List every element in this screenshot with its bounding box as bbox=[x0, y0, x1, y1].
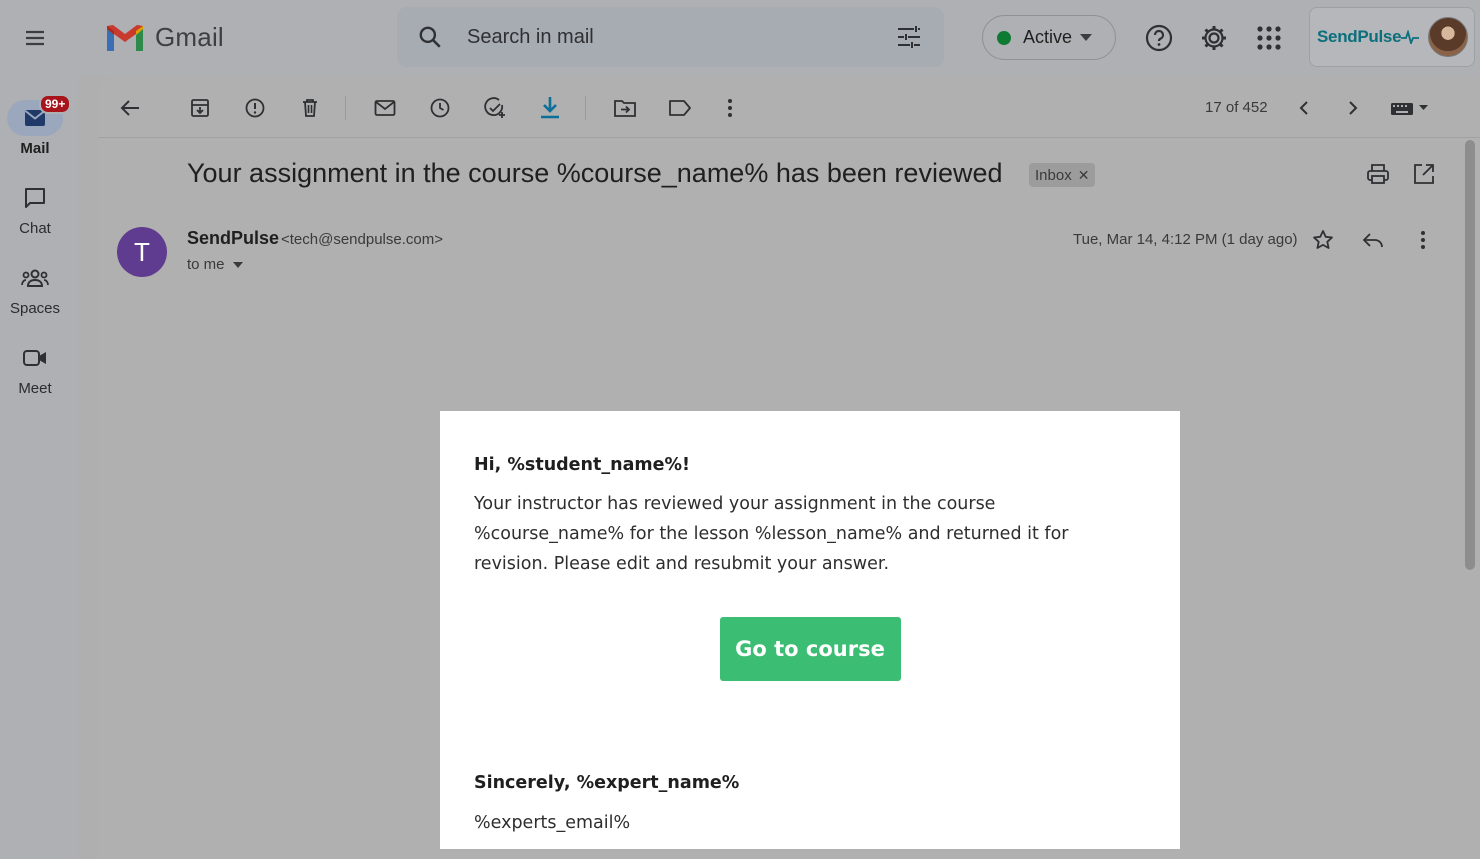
email-signoff: Sincerely, %expert_name% bbox=[474, 773, 740, 793]
search-input[interactable] bbox=[467, 21, 867, 53]
expert-email[interactable]: %experts_email% bbox=[474, 813, 1146, 833]
mark-unread-icon[interactable] bbox=[373, 96, 397, 120]
caret-down-icon[interactable] bbox=[232, 261, 243, 268]
status-dropdown[interactable]: Active bbox=[982, 15, 1116, 60]
email-body-card: Hi, %student_name%! Your instructor has … bbox=[440, 411, 1180, 849]
download-icon[interactable] bbox=[538, 96, 562, 120]
top-bar: Gmail Active SendPulse bbox=[0, 0, 1480, 76]
main-menu-icon[interactable] bbox=[15, 18, 55, 58]
rail-item-mail[interactable]: 99+ Mail bbox=[0, 94, 72, 157]
rail-item-spaces[interactable]: Spaces bbox=[0, 260, 70, 317]
archive-icon[interactable] bbox=[188, 96, 212, 120]
snooze-clock-icon[interactable] bbox=[428, 96, 452, 120]
rail-item-label: Spaces bbox=[9, 300, 61, 317]
video-camera-icon bbox=[22, 348, 48, 368]
recipient-details[interactable]: to me bbox=[187, 256, 243, 273]
scrollbar[interactable] bbox=[1465, 140, 1475, 570]
rail-item-label: Chat bbox=[19, 220, 51, 237]
toolbar-divider bbox=[345, 96, 346, 120]
sender-avatar[interactable]: T bbox=[117, 227, 167, 277]
back-arrow-icon[interactable] bbox=[118, 96, 142, 120]
search-icon[interactable] bbox=[417, 24, 443, 50]
print-icon[interactable] bbox=[1366, 162, 1390, 186]
status-label: Active bbox=[1023, 27, 1073, 47]
gear-icon[interactable] bbox=[1199, 23, 1229, 53]
trash-icon[interactable] bbox=[298, 96, 322, 120]
chat-icon bbox=[23, 186, 47, 210]
message-subject: Your assignment in the course %course_na… bbox=[187, 158, 1003, 188]
help-icon[interactable] bbox=[1144, 23, 1174, 53]
chevron-right-icon[interactable] bbox=[1341, 96, 1365, 120]
rail-item-label: Mail bbox=[20, 140, 50, 157]
account-brand-label: SendPulse bbox=[1317, 27, 1402, 46]
status-indicator bbox=[997, 30, 1011, 45]
email-greeting: Hi, %student_name%! bbox=[474, 455, 691, 475]
move-to-folder-icon[interactable] bbox=[613, 96, 637, 120]
app-name: Gmail bbox=[155, 22, 224, 52]
rail-item-chat[interactable]: Chat bbox=[0, 180, 70, 237]
add-task-icon[interactable] bbox=[483, 96, 507, 120]
inbox-label-chip[interactable]: Inbox ✕ bbox=[1029, 163, 1096, 187]
avatar[interactable] bbox=[1428, 17, 1468, 57]
search-bar bbox=[397, 7, 944, 67]
label-icon[interactable] bbox=[668, 96, 692, 120]
more-vert-icon[interactable] bbox=[1411, 228, 1435, 252]
sender-name[interactable]: SendPulse bbox=[187, 228, 279, 249]
rail-item-label: Meet bbox=[18, 380, 52, 397]
sender-email: <tech@sendpulse.com> bbox=[281, 231, 443, 248]
left-rail: 99+ Mail Chat Spaces Meet bbox=[0, 76, 77, 859]
chevron-down-icon bbox=[1080, 33, 1093, 42]
message-toolbar: 17 of 452 bbox=[98, 78, 1480, 138]
gmail-m-icon bbox=[105, 23, 145, 53]
reply-icon[interactable] bbox=[1361, 228, 1385, 252]
label-chip-text: Inbox bbox=[1035, 166, 1072, 184]
rail-item-meet[interactable]: Meet bbox=[0, 340, 70, 397]
apps-grid-icon[interactable] bbox=[1256, 25, 1282, 51]
unread-count-badge: 99+ bbox=[39, 94, 72, 114]
toolbar-divider bbox=[585, 96, 586, 120]
search-options-icon[interactable] bbox=[896, 25, 922, 49]
more-vert-icon[interactable] bbox=[718, 96, 742, 120]
recipient-label: to me bbox=[187, 256, 225, 273]
keyboard-icon[interactable] bbox=[1388, 96, 1432, 120]
chevron-left-icon[interactable] bbox=[1292, 96, 1316, 120]
remove-label-icon[interactable]: ✕ bbox=[1078, 167, 1090, 184]
pulse-icon bbox=[1401, 30, 1420, 44]
report-spam-icon[interactable] bbox=[243, 96, 267, 120]
open-in-new-window-icon[interactable] bbox=[1412, 162, 1436, 186]
message-date: Tue, Mar 14, 4:12 PM (1 day ago) bbox=[1073, 231, 1298, 248]
people-group-icon bbox=[21, 267, 49, 289]
go-to-course-button[interactable]: Go to course bbox=[719, 617, 901, 681]
email-message-text: Your instructor has reviewed your assign… bbox=[474, 494, 1069, 574]
star-icon[interactable] bbox=[1311, 228, 1335, 252]
gmail-logo[interactable]: Gmail bbox=[105, 22, 224, 53]
account-switcher[interactable]: SendPulse bbox=[1309, 7, 1475, 67]
pagination-count: 17 of 452 bbox=[1205, 99, 1268, 116]
